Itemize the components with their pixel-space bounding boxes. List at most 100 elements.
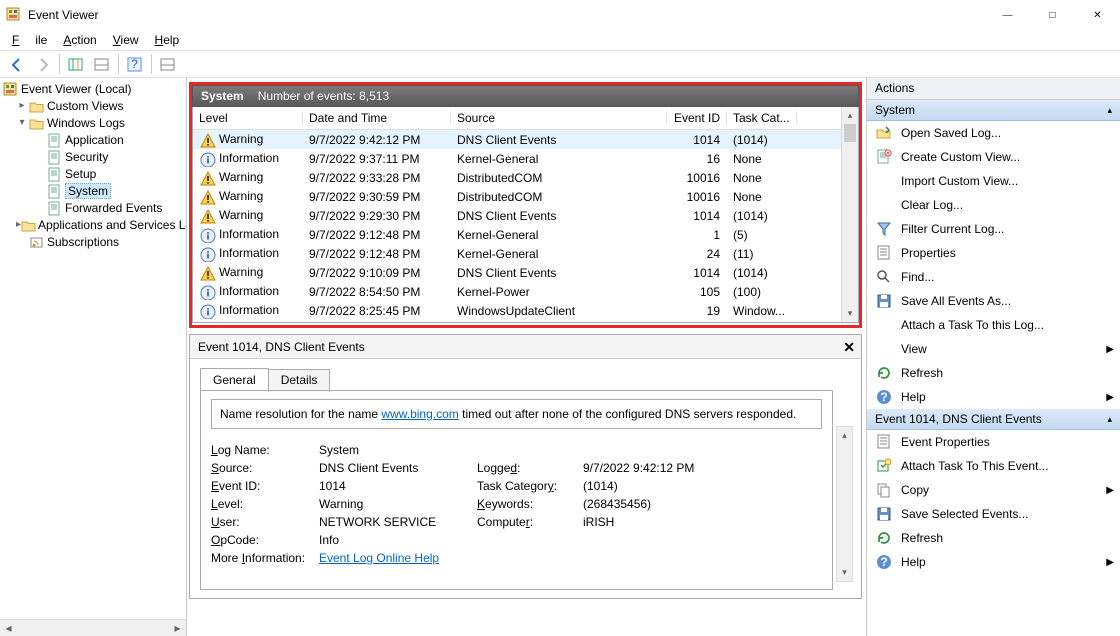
event-row[interactable]: Warning9/7/2022 9:42:12 PMDNS Client Eve… <box>193 130 858 149</box>
window-minimize-button[interactable]: — <box>985 0 1030 30</box>
toolbar-help-button[interactable] <box>122 53 146 75</box>
menu-file[interactable]: File <box>4 31 55 49</box>
action-view-submenu[interactable]: View▶ <box>867 337 1120 361</box>
action-save-all-events[interactable]: Save All Events As... <box>867 289 1120 313</box>
tree-root[interactable]: Event Viewer (Local) <box>0 80 186 97</box>
warning-icon <box>199 265 215 281</box>
event-row[interactable]: Information9/7/2022 9:12:48 PMKernel-Gen… <box>193 244 858 263</box>
event-detail-header: Event 1014, DNS Client Events ✕ <box>190 335 861 359</box>
toolbar-back-button[interactable] <box>4 53 28 75</box>
event-list-scrollbar[interactable]: ▴ ▾ <box>841 107 858 322</box>
event-list-header: Level Date and Time Source Event ID Task… <box>193 107 858 130</box>
warning-icon <box>199 170 215 186</box>
highlight-annotation: System Number of events: 8,513 Level Dat… <box>189 82 862 328</box>
window-maximize-button[interactable]: □ <box>1030 0 1075 30</box>
toolbar-preview-button[interactable] <box>89 53 113 75</box>
event-row[interactable]: Warning9/7/2022 9:30:59 PMDistributedCOM… <box>193 187 858 206</box>
tree-log-application[interactable]: Application <box>0 131 186 148</box>
event-row[interactable]: Information9/7/2022 9:12:48 PMKernel-Gen… <box>193 225 858 244</box>
event-detail-panel: Event 1014, DNS Client Events ✕ General … <box>189 334 862 599</box>
tree-log-security[interactable]: Security <box>0 148 186 165</box>
chevron-right-icon: ▶ <box>1106 392 1114 403</box>
action-help[interactable]: Help▶ <box>867 385 1120 409</box>
tab-general[interactable]: General <box>200 368 269 391</box>
event-message-link[interactable]: www.bing.com <box>381 407 458 421</box>
warning-icon <box>199 132 215 148</box>
tree-log-forwarded[interactable]: Forwarded Events <box>0 199 186 216</box>
action-create-custom-view[interactable]: Create Custom View... <box>867 145 1120 169</box>
column-source[interactable]: Source <box>451 111 667 125</box>
information-icon <box>199 151 215 167</box>
tree-log-system[interactable]: System <box>0 182 186 199</box>
action-help-event[interactable]: Help▶ <box>867 550 1120 574</box>
action-filter-log[interactable]: Filter Current Log... <box>867 217 1120 241</box>
app-icon <box>6 7 22 23</box>
event-detail-close-button[interactable]: ✕ <box>843 339 855 356</box>
menubar: File Action View Help <box>0 30 1120 50</box>
collapse-icon: ▴ <box>1107 105 1112 116</box>
information-icon <box>199 284 215 300</box>
chevron-right-icon: ▶ <box>1106 557 1114 568</box>
event-row[interactable]: Warning9/7/2022 9:10:09 PMDNS Client Eve… <box>193 263 858 282</box>
menu-view[interactable]: View <box>105 31 147 49</box>
event-row[interactable]: Information9/7/2022 9:37:11 PMKernel-Gen… <box>193 149 858 168</box>
window-close-button[interactable]: ✕ <box>1075 0 1120 30</box>
actions-section-selected-event[interactable]: Event 1014, DNS Client Events▴ <box>867 409 1120 430</box>
detail-tab-body: Name resolution for the name www.bing.co… <box>200 390 833 590</box>
warning-icon <box>199 189 215 205</box>
toolbar <box>0 50 1120 78</box>
tree-app-services-logs[interactable]: ▸ Applications and Services Logs <box>0 216 186 233</box>
tree-custom-views[interactable]: ▸ Custom Views <box>0 97 186 114</box>
information-icon <box>199 303 215 319</box>
tree-log-setup[interactable]: Setup <box>0 165 186 182</box>
detail-tabs: General Details <box>200 367 861 390</box>
action-save-selected-events[interactable]: Save Selected Events... <box>867 502 1120 526</box>
event-row[interactable]: Warning9/7/2022 9:33:28 PMDistributedCOM… <box>193 168 858 187</box>
action-open-saved-log[interactable]: Open Saved Log... <box>867 121 1120 145</box>
toolbar-separator <box>118 54 119 74</box>
column-eventid[interactable]: Event ID <box>667 111 727 125</box>
event-message: Name resolution for the name www.bing.co… <box>211 399 822 429</box>
event-online-help-link[interactable]: Event Log Online Help <box>319 551 439 565</box>
log-header-title: System <box>201 89 244 103</box>
action-find[interactable]: Find... <box>867 265 1120 289</box>
collapse-icon[interactable]: ▾ <box>16 117 28 129</box>
center-pane: System Number of events: 8,513 Level Dat… <box>187 78 866 636</box>
toolbar-forward-button[interactable] <box>30 53 54 75</box>
event-row[interactable]: Information9/7/2022 8:54:50 PMKernel-Pow… <box>193 282 858 301</box>
action-copy[interactable]: Copy▶ <box>867 478 1120 502</box>
event-row[interactable]: Information9/7/2022 8:25:45 PMWindowsUpd… <box>193 301 858 320</box>
column-datetime[interactable]: Date and Time <box>303 111 451 125</box>
window-title: Event Viewer <box>28 8 985 22</box>
actions-section-system[interactable]: System▴ <box>867 100 1120 121</box>
event-detail-title: Event 1014, DNS Client Events <box>198 340 365 354</box>
menu-help[interactable]: Help <box>147 31 188 49</box>
window-titlebar: Event Viewer — □ ✕ <box>0 0 1120 30</box>
event-row[interactable]: Warning9/7/2022 9:29:30 PMDNS Client Eve… <box>193 206 858 225</box>
action-attach-task-event[interactable]: Attach Task To This Event... <box>867 454 1120 478</box>
toolbar-show-panes-button[interactable] <box>63 53 87 75</box>
tree-horizontal-scrollbar[interactable]: ◂▸ <box>0 619 186 636</box>
chevron-right-icon: ▶ <box>1106 485 1114 496</box>
event-properties-grid: Log Name:System Source:DNS Client Events… <box>211 443 822 565</box>
action-attach-task-log[interactable]: Attach a Task To this Log... <box>867 313 1120 337</box>
tree-windows-logs[interactable]: ▾ Windows Logs <box>0 114 186 131</box>
action-clear-log[interactable]: Clear Log... <box>867 193 1120 217</box>
detail-scrollbar[interactable]: ▴ ▾ <box>836 426 853 582</box>
action-refresh[interactable]: Refresh <box>867 361 1120 385</box>
information-icon <box>199 246 215 262</box>
log-header: System Number of events: 8,513 <box>192 85 859 107</box>
column-level[interactable]: Level <box>193 111 303 125</box>
action-event-properties[interactable]: Event Properties <box>867 430 1120 454</box>
expand-icon[interactable]: ▸ <box>16 100 28 112</box>
action-refresh-event[interactable]: Refresh <box>867 526 1120 550</box>
actions-pane: Actions System▴ Open Saved Log... Create… <box>866 78 1120 636</box>
tab-details[interactable]: Details <box>268 369 331 392</box>
warning-icon <box>199 208 215 224</box>
menu-action[interactable]: Action <box>55 31 104 49</box>
action-import-custom-view[interactable]: Import Custom View... <box>867 169 1120 193</box>
toolbar-preview-pane-button[interactable] <box>155 53 179 75</box>
column-taskcat[interactable]: Task Cat... <box>727 111 797 125</box>
tree-subscriptions[interactable]: Subscriptions <box>0 233 186 250</box>
action-properties[interactable]: Properties <box>867 241 1120 265</box>
